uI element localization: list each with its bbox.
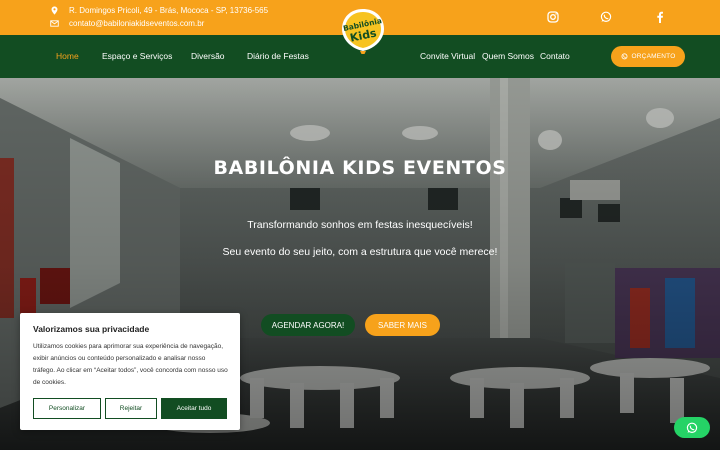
nav-item-espaco-servicos[interactable]: Espaço e Serviços — [102, 51, 172, 61]
cookie-reject-button[interactable]: Rejeitar — [105, 398, 157, 419]
nav-item-quem-somos[interactable]: Quem Somos — [482, 51, 534, 61]
whatsapp-icon — [621, 53, 628, 60]
orcamento-label: ORÇAMENTO — [631, 53, 676, 60]
nav-item-contato[interactable]: Contato — [540, 51, 570, 61]
nav-item-diversao[interactable]: Diversão — [191, 51, 225, 61]
orcamento-button[interactable]: ORÇAMENTO — [611, 46, 685, 67]
saber-mais-button[interactable]: SABER MAIS — [365, 314, 440, 336]
cookie-consent-dialog: Valorizamos sua privacidade Utilizamos c… — [20, 313, 240, 430]
facebook-link[interactable] — [652, 9, 668, 25]
hero-title: BABILÔNIA KIDS EVENTOS — [213, 157, 507, 179]
whatsapp-link[interactable] — [598, 9, 614, 25]
cookie-customize-button[interactable]: Personalizar — [33, 398, 101, 419]
cookie-description: Utilizamos cookies para aprimorar sua ex… — [33, 343, 228, 386]
whatsapp-icon — [686, 422, 698, 433]
envelope-icon — [50, 20, 59, 27]
agendar-agora-button[interactable]: AGENDAR AGORA! — [261, 314, 355, 336]
whatsapp-float-button[interactable] — [674, 417, 710, 438]
nav-item-diario-festas[interactable]: Diário de Festas — [247, 51, 309, 61]
instagram-icon — [547, 11, 559, 23]
facebook-icon — [657, 11, 663, 23]
cookie-accept-button[interactable]: Aceitar tudo — [161, 398, 227, 419]
instagram-link[interactable] — [545, 9, 561, 25]
map-pin-icon — [51, 6, 58, 15]
whatsapp-icon — [600, 11, 612, 23]
hero-subtitle-2: Seu evento do seu jeito, com a estrutura… — [222, 246, 498, 258]
contact-address: R. Domingos Pricoli, 49 - Brás, Mococa -… — [50, 6, 268, 15]
hero-subtitle-1: Transformando sonhos em festas inesquecí… — [247, 219, 473, 231]
nav-item-convite-virtual[interactable]: Convite Virtual — [420, 51, 475, 61]
address-text: R. Domingos Pricoli, 49 - Brás, Mococa -… — [69, 6, 269, 15]
babilonia-kids-logo[interactable]: Babilônia Kids — [338, 6, 388, 58]
contact-email[interactable]: contato@babiloniakidseventos.com.br — [50, 19, 204, 28]
nav-item-home[interactable]: Home — [56, 51, 79, 61]
email-text[interactable]: contato@babiloniakidseventos.com.br — [69, 19, 204, 28]
cookie-title: Valorizamos sua privacidade — [33, 324, 150, 334]
